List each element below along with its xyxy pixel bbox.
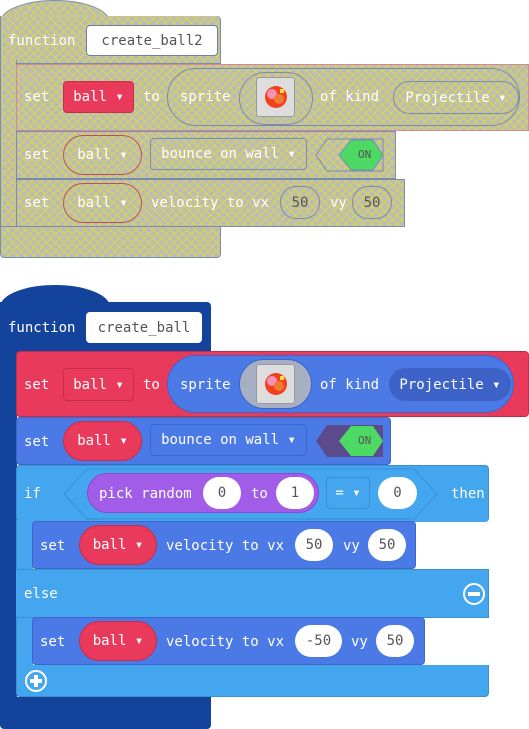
- operator-dropdown[interactable]: = ▾: [326, 477, 370, 509]
- vy-input[interactable]: 50: [352, 186, 392, 219]
- kind-dropdown[interactable]: Projectile ▾: [389, 368, 511, 401]
- random-max-input[interactable]: 1: [276, 477, 314, 509]
- ball-sprite-image[interactable]: [256, 77, 295, 117]
- toggle-switch[interactable]: [315, 424, 385, 458]
- vy-label: vy: [351, 634, 368, 650]
- to-label: to: [251, 486, 268, 502]
- of-kind-label: of kind: [320, 377, 380, 393]
- vy-input[interactable]: 50: [376, 625, 414, 657]
- sprite-label: sprite: [180, 377, 231, 393]
- function-keyword: function: [8, 320, 76, 336]
- toggle-on-label: ON: [358, 434, 372, 447]
- if-else-foot: [16, 665, 489, 697]
- set-label: set: [24, 147, 50, 163]
- if-label: if: [24, 486, 41, 502]
- sprite-label: sprite: [180, 89, 231, 105]
- variable-dropdown[interactable]: ball ▾: [63, 81, 134, 113]
- to-label: to: [143, 377, 160, 393]
- velocity-label: velocity to vx: [166, 634, 285, 650]
- function-name-input[interactable]: create_ball: [86, 312, 202, 343]
- vx-input[interactable]: -50: [295, 625, 342, 657]
- else-label: else: [24, 586, 58, 602]
- add-else-plus-icon[interactable]: [24, 669, 48, 693]
- flag-dropdown[interactable]: bounce on wall ▾: [150, 424, 307, 456]
- vx-input[interactable]: 50: [280, 186, 320, 219]
- set-label: set: [24, 434, 50, 450]
- function-foot: [0, 697, 211, 729]
- velocity-label: velocity to vx: [166, 538, 285, 554]
- vy-label: vy: [330, 195, 347, 211]
- toggle-on-label: ON: [358, 148, 372, 161]
- variable-dropdown[interactable]: ball ▾: [63, 183, 142, 223]
- vx-input[interactable]: 50: [295, 529, 333, 561]
- set-label: set: [24, 195, 50, 211]
- function-body: [0, 350, 17, 700]
- of-kind-label: of kind: [320, 89, 380, 105]
- then-label: then: [451, 486, 485, 502]
- variable-dropdown[interactable]: ball ▾: [63, 421, 142, 461]
- variable-dropdown[interactable]: ball ▾: [79, 525, 157, 565]
- set-label: set: [40, 538, 66, 554]
- kind-dropdown[interactable]: Projectile ▾: [393, 81, 519, 114]
- set-label: set: [24, 89, 50, 105]
- remove-else-minus-icon[interactable]: [462, 582, 486, 606]
- ball-sprite-image[interactable]: [256, 364, 295, 404]
- else-row: [16, 569, 489, 618]
- toggle-switch[interactable]: [315, 138, 385, 172]
- variable-dropdown[interactable]: ball ▾: [63, 135, 142, 175]
- velocity-label: velocity to vx: [151, 195, 270, 211]
- set-label: set: [24, 377, 50, 393]
- function-keyword: function: [8, 33, 76, 49]
- function-body-disabled: [0, 60, 17, 230]
- pick-random-label: pick random: [99, 486, 192, 502]
- random-min-input[interactable]: 0: [203, 477, 241, 509]
- flag-dropdown[interactable]: bounce on wall ▾: [150, 138, 307, 170]
- compare-value-input[interactable]: 0: [378, 477, 417, 509]
- vy-input[interactable]: 50: [368, 529, 406, 561]
- to-label: to: [143, 89, 160, 105]
- variable-dropdown[interactable]: ball ▾: [79, 621, 157, 661]
- variable-dropdown[interactable]: ball ▾: [63, 368, 134, 401]
- set-label: set: [40, 634, 66, 650]
- vy-label: vy: [343, 538, 360, 554]
- function-foot-disabled: [0, 226, 221, 258]
- function-name-input[interactable]: create_ball2: [86, 25, 218, 56]
